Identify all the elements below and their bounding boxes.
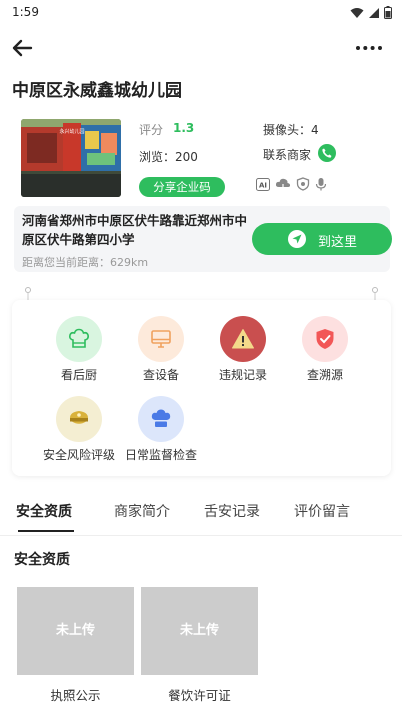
service-traceability[interactable]: 查溯源 — [280, 316, 370, 383]
phone-button[interactable] — [318, 144, 336, 162]
arrow-left-icon — [12, 39, 33, 57]
document-placeholder: 未上传 — [17, 587, 134, 675]
detail-tabs: 安全资质 商家简介 舌安记录 评价留言 — [0, 496, 402, 536]
more-dots-icon — [356, 46, 382, 50]
warning-icon — [232, 329, 254, 349]
share-qr-button[interactable]: 分享企业码 — [139, 177, 225, 197]
document-caption: 执照公示 — [50, 688, 101, 703]
monitor-icon — [151, 330, 171, 348]
storefront-image: 永兴幼儿园 — [21, 119, 121, 197]
status-bar: 1:59 — [0, 0, 402, 26]
shield-check-icon — [316, 329, 334, 349]
tab-safety-qualification[interactable]: 安全资质 — [16, 501, 72, 521]
back-button[interactable] — [10, 36, 36, 60]
camera-count: 摄像头：4 — [263, 123, 319, 137]
navigate-label: 到这里 — [318, 235, 358, 250]
service-check-equipment[interactable]: 查设备 — [116, 316, 206, 383]
navigation-icon — [288, 230, 306, 248]
top-bar — [0, 30, 402, 66]
service-label: 查设备 — [142, 368, 179, 382]
service-icon-circle — [220, 316, 266, 362]
feature-icons: AI — [256, 177, 327, 191]
svg-text:AI: AI — [259, 181, 267, 189]
service-label: 违规记录 — [218, 368, 267, 382]
ai-icon: AI — [256, 177, 270, 191]
battery-icon — [384, 6, 392, 19]
cloud-icon — [275, 178, 291, 191]
tab-merchant-intro[interactable]: 商家简介 — [114, 501, 170, 521]
contact-merchant-label: 联系商家 — [263, 148, 312, 162]
service-label: 日常监督检查 — [124, 448, 197, 462]
phone-icon — [322, 148, 332, 158]
score-value: 1.3 — [173, 121, 195, 135]
service-icon-circle — [138, 316, 184, 362]
service-icon-circle — [56, 316, 102, 362]
photo-banner-text: 永兴幼儿园 — [59, 128, 84, 135]
service-icon-circle — [138, 396, 184, 442]
service-icon-circle — [56, 396, 102, 442]
tab-safety-record[interactable]: 舌安记录 — [204, 501, 260, 521]
views-count: 浏览：200 — [139, 150, 198, 164]
microphone-icon — [315, 178, 327, 191]
chef-hat-blue-icon — [151, 409, 171, 427]
document-placeholder: 未上传 — [141, 587, 258, 675]
more-button[interactable] — [354, 38, 384, 58]
document-caption: 餐饮许可证 — [168, 688, 231, 703]
address-card: 河南省郑州市中原区伏牛路靠近郑州市中原区伏牛路第四小学 距离您当前距离：629k… — [14, 206, 392, 272]
score-label: 评分 — [139, 123, 164, 137]
service-label: 安全风险评级 — [42, 448, 115, 462]
section-title: 安全资质 — [14, 552, 70, 568]
service-label: 看后厨 — [60, 368, 97, 382]
signal-icon — [369, 7, 379, 18]
page-title: 中原区永威鑫城幼儿园 — [12, 81, 182, 101]
police-cap-icon — [70, 411, 88, 424]
status-time: 1:59 — [12, 5, 39, 19]
document-business-license[interactable]: 未上传 执照公示 — [17, 587, 134, 704]
service-risk-rating[interactable]: 安全风险评级 — [34, 396, 124, 463]
store-photo[interactable]: 永兴幼儿园 — [21, 119, 121, 197]
service-violation-record[interactable]: 违规记录 — [198, 316, 288, 383]
service-label: 查溯源 — [306, 368, 343, 382]
address-text: 河南省郑州市中原区伏牛路靠近郑州市中原区伏牛路第四小学 — [22, 213, 248, 247]
service-view-kitchen[interactable]: 看后厨 — [34, 316, 124, 383]
tab-active-indicator — [18, 530, 74, 532]
service-grid: 看后厨 查设备 违规记录 查溯源 安全风险评级 日常监督检查 — [12, 300, 391, 476]
tab-reviews[interactable]: 评价留言 — [294, 501, 350, 521]
wifi-icon — [350, 7, 364, 18]
service-daily-inspection[interactable]: 日常监督检查 — [116, 396, 206, 463]
status-icons — [350, 6, 392, 19]
service-icon-circle — [302, 316, 348, 362]
distance-text: 距离您当前距离：629km — [22, 256, 149, 269]
document-catering-permit[interactable]: 未上传 餐饮许可证 — [141, 587, 258, 704]
chef-hat-icon — [69, 328, 89, 348]
navigate-button[interactable]: 到这里 — [252, 223, 392, 255]
shield-badge-icon — [296, 177, 310, 191]
